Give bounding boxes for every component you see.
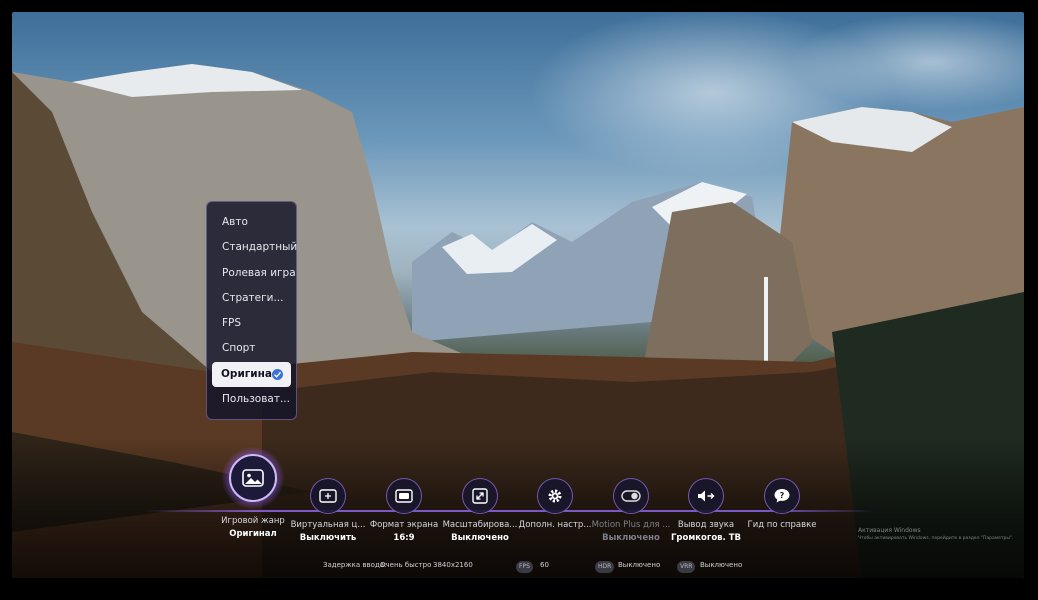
speaker-output-icon <box>698 490 715 502</box>
genre-option-standard[interactable]: Стандартный <box>207 235 297 260</box>
genre-option-strategy[interactable]: Стратеги... <box>207 286 296 311</box>
help-guide-item[interactable]: ? Гид по справке <box>739 478 825 533</box>
zoom-value: Выключено <box>451 533 509 543</box>
toggle-icon <box>621 490 641 502</box>
activation-watermark: Активация Windows Чтобы активировать Win… <box>858 527 1013 543</box>
zoom-expand-icon <box>472 488 488 504</box>
image-icon <box>242 469 264 487</box>
genre-option-original[interactable]: Оригинал <box>212 361 291 388</box>
game-genre-item[interactable]: Игровой жанр Оригинал <box>210 516 296 539</box>
hdr-badge: HDR <box>595 561 615 573</box>
input-lag-label: Задержка ввода: <box>323 561 387 569</box>
extra-settings-button[interactable] <box>537 478 573 514</box>
sound-output-button[interactable] <box>688 478 724 514</box>
genre-option-fps[interactable]: FPS <box>207 311 296 336</box>
sound-output-item[interactable]: Вывод звука Громкогов. ТВ <box>663 478 749 543</box>
aspect-ratio-item[interactable]: Формат экрана 16:9 <box>361 478 447 543</box>
virtual-crosshair-item[interactable]: Виртуальная ц... Выключить <box>285 478 371 543</box>
input-lag-value: Очень быстро <box>380 561 432 569</box>
motion-plus-label: Motion Plus для ... <box>591 520 671 530</box>
gear-icon <box>548 489 562 503</box>
game-genre-value: Оригинал <box>229 529 277 539</box>
virtual-crosshair-value: Выключить <box>299 533 357 543</box>
genre-option-rpg[interactable]: Ролевая игра <box>207 261 296 286</box>
genre-option-sport[interactable]: Спорт <box>207 336 296 361</box>
fps-badge: FPS <box>516 561 533 573</box>
virtual-crosshair-button[interactable] <box>310 478 346 514</box>
help-guide-button[interactable]: ? <box>764 478 800 514</box>
game-genre-button[interactable] <box>229 454 277 502</box>
help-bubble-icon: ? <box>774 489 790 503</box>
virtual-crosshair-label: Виртуальная ц... <box>290 520 366 530</box>
vrr-value: Выключено <box>700 561 743 569</box>
vrr-badge: VRR <box>677 561 696 573</box>
watermark-subtitle: Чтобы активировать Windows, перейдите в … <box>858 536 1014 541</box>
zoom-button[interactable] <box>462 478 498 514</box>
aspect-ratio-value: 16:9 <box>393 533 415 543</box>
checkmark-icon <box>272 368 283 380</box>
watermark-title: Активация Windows <box>858 527 921 534</box>
svg-text:?: ? <box>780 491 785 500</box>
aspect-ratio-label: Формат экрана <box>369 520 439 530</box>
fps-value: 60 <box>540 561 549 569</box>
motion-plus-value: Выключено <box>602 533 660 543</box>
crosshair-screen-icon <box>319 489 337 503</box>
genre-option-auto[interactable]: Авто <box>207 210 296 235</box>
resolution-value: 3840x2160 <box>433 561 473 569</box>
genre-option-custom[interactable]: Пользоват... <box>207 387 296 412</box>
extra-settings-item[interactable]: Дополн. настр... <box>512 478 598 533</box>
aspect-ratio-button[interactable] <box>386 478 422 514</box>
game-genre-label: Игровой жанр <box>221 516 285 526</box>
genre-menu: Авто Стандартный Ролевая игра Стратеги..… <box>206 201 297 420</box>
extra-settings-label: Дополн. настр... <box>518 520 592 530</box>
sound-output-label: Вывод звука <box>677 520 735 530</box>
motion-plus-button[interactable] <box>613 478 649 514</box>
aspect-ratio-icon <box>395 489 413 503</box>
zoom-item[interactable]: Масштабирова... Выключено <box>437 478 523 543</box>
sound-output-value: Громкогов. ТВ <box>670 533 742 543</box>
status-bar: Задержка ввода: Очень быстро 3840x2160 F… <box>0 559 1038 573</box>
motion-plus-item[interactable]: Motion Plus для ... Выключено <box>588 478 674 543</box>
hdr-value: Выключено <box>618 561 661 569</box>
zoom-label: Масштабирова... <box>442 520 518 530</box>
genre-option-original-label: Оригинал <box>221 367 280 380</box>
help-guide-label: Гид по справке <box>747 520 817 530</box>
